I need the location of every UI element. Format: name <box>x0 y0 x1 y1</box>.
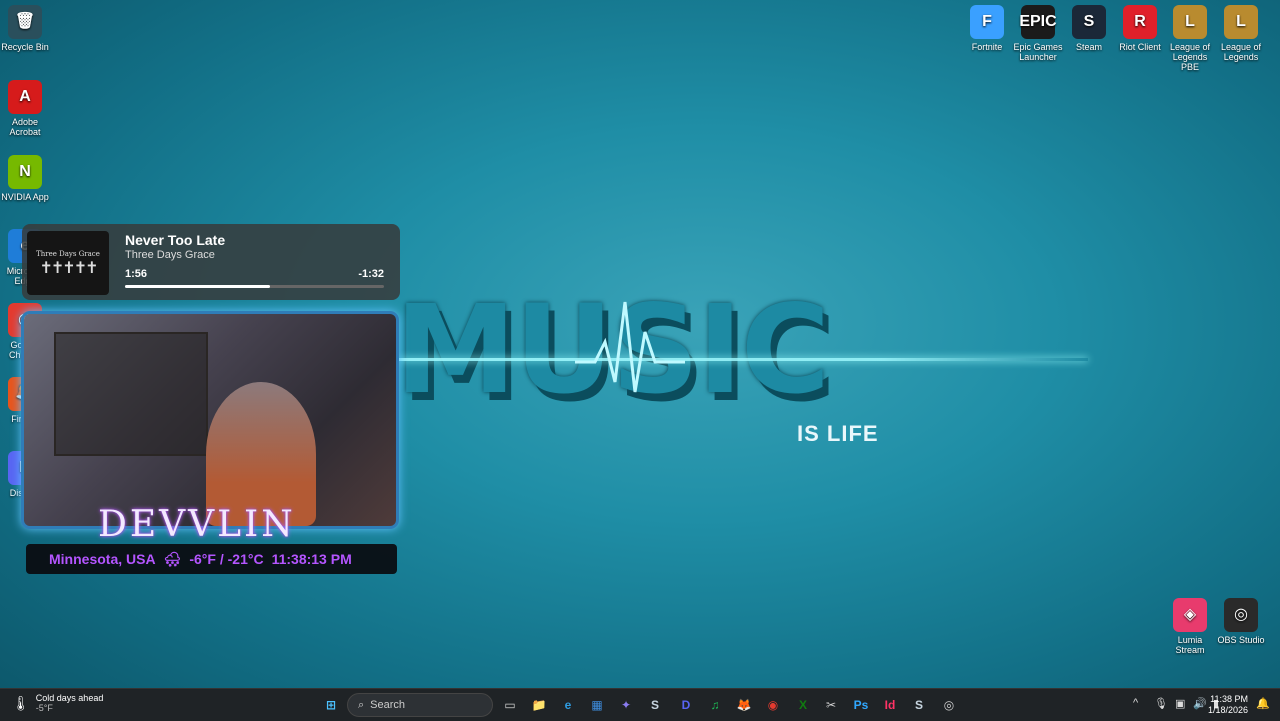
desktop-icon-label: Fortnite <box>971 42 1003 52</box>
adobe-acrobat-icon: A <box>8 80 42 114</box>
volume-icon[interactable]: 🔊 <box>1193 697 1207 710</box>
desktop-icon-label: Recycle Bin <box>1 42 49 52</box>
nvidia-app-icon: N <box>8 155 42 189</box>
chrome-icon[interactable]: ◉ <box>762 694 784 716</box>
fortnite-icon: F <box>970 5 1004 39</box>
tray-chevron-icon[interactable]: ^ <box>1133 697 1138 709</box>
desktop-icon-steam[interactable]: S Steam <box>1064 5 1114 52</box>
album-art: Three Days Grace ✝✝✝✝✝ <box>27 231 109 295</box>
search-placeholder: Search <box>370 699 406 711</box>
desktop-icon-adobe-acrobat[interactable]: A Adobe Acrobat <box>0 80 50 137</box>
desktop-icon-label: NVIDIA App <box>1 192 49 202</box>
desktop-icon-fortnite[interactable]: F Fortnite <box>962 5 1012 52</box>
steam-icon: S <box>1072 5 1106 39</box>
desktop-icon-riot-client[interactable]: R Riot Client <box>1115 5 1165 52</box>
wallpaper-subtitle: IS LIFE <box>797 421 879 446</box>
remaining-time: -1:32 <box>358 268 384 280</box>
network-icon[interactable]: ▣ <box>1175 697 1185 710</box>
copilot-icon[interactable]: ✦ <box>615 694 637 716</box>
start-icon[interactable]: ⊞ <box>320 694 342 716</box>
search-icon: ⌕ <box>358 698 365 711</box>
firefox-icon[interactable]: 🦊 <box>733 694 755 716</box>
info-bar: Minnesota, USA 🌨 -6°F / -21°C 11:38:13 P… <box>26 544 397 574</box>
weather-thermometer-icon: 🌡 <box>12 695 30 711</box>
streamer-name: DEVVLIN <box>98 504 296 545</box>
obs-icon[interactable]: ◎ <box>938 694 960 716</box>
desktop-icon-nvidia-app[interactable]: N NVIDIA App <box>0 155 50 202</box>
taskbar-weather[interactable]: 🌡 Cold days ahead -5°F <box>12 693 103 713</box>
desktop-icon-label: League of Legends <box>1220 42 1262 62</box>
location-text: Minnesota, USA <box>49 551 156 567</box>
desktop-icon-label: Epic Games Launcher <box>1013 42 1063 62</box>
media-flyout[interactable]: Three Days Grace ✝✝✝✝✝ Never Too Late Th… <box>22 224 400 300</box>
desktop-icon-league-of-legends[interactable]: L League of Legends <box>1216 5 1266 62</box>
task-view-icon[interactable]: ▭ <box>499 694 521 716</box>
snipping-icon[interactable]: ✂ <box>820 694 842 716</box>
desktop-icon-epic-games-launcher[interactable]: EPIC Epic Games Launcher <box>1013 5 1063 62</box>
mic-icon[interactable]: 🎙 <box>1154 697 1168 710</box>
desktop-icon-label: OBS Studio <box>1217 635 1265 645</box>
song-artist: Three Days Grace <box>125 249 215 261</box>
webcam-overlay <box>24 314 396 526</box>
taskbar-search[interactable]: ⌕ Search <box>347 693 493 717</box>
taskbar: 🌡 Cold days ahead -5°F ⊞ ▭ 📁 e ▦ ✦ S D ♫ 🦊 ◉ X ✂ Ps Id… <box>0 688 1280 721</box>
album-art-text: Three Days Grace <box>36 249 100 258</box>
clock-date: 1/18/2026 <box>1207 705 1248 715</box>
desktop-icon-label: League of Legends PBE <box>1169 42 1211 72</box>
album-art-figures-icon: ✝✝✝✝✝ <box>39 257 98 277</box>
photoshop-icon[interactable]: Ps <box>850 694 872 716</box>
song-title: Never Too Late <box>125 232 226 248</box>
lumia-stream-icon: ◈ <box>1173 598 1207 632</box>
progress-fill <box>125 285 271 288</box>
riot-client-icon: R <box>1123 5 1157 39</box>
desktop-icon-label: Lumia Stream <box>1175 635 1205 655</box>
desktop: MUSIC IS LIFE 🗑 Recycle Bin A Adobe Acrobat… <box>0 0 1280 688</box>
weather-temp: -5°F <box>35 703 53 713</box>
elapsed-time: 1:56 <box>125 268 148 280</box>
wallpaper-line <box>398 358 1088 361</box>
league-of-legends-pbe-icon: L <box>1173 5 1207 39</box>
spotify-icon[interactable]: ♫ <box>704 694 726 716</box>
weather-title: Cold days ahead <box>35 693 104 703</box>
webcam-shelf <box>54 332 208 456</box>
notification-bell-icon[interactable]: 🔔 <box>1256 697 1270 710</box>
league-of-legends-icon: L <box>1224 5 1258 39</box>
clock-time: 11:38 PM <box>1210 694 1248 704</box>
edge-icon[interactable]: e <box>557 694 579 716</box>
epic-games-launcher-icon: EPIC <box>1019 5 1057 39</box>
progress-track[interactable] <box>125 285 384 288</box>
desktop-icon-label: Riot Client <box>1119 42 1161 52</box>
wallpaper-pulse <box>575 301 685 393</box>
desktop-icon-obs-studio[interactable]: ◎ OBS Studio <box>1216 598 1266 645</box>
desktop-icon-label: Adobe Acrobat <box>9 117 41 137</box>
desktop-icon-lumia-stream[interactable]: ◈ Lumia Stream <box>1165 598 1215 655</box>
discord-icon[interactable]: D <box>675 694 697 716</box>
recycle-bin-icon: 🗑 <box>8 5 42 39</box>
store-icon[interactable]: ▦ <box>586 694 608 716</box>
steam-icon[interactable]: S <box>644 694 666 716</box>
desktop-icon-label: Steam <box>1075 42 1102 52</box>
overlay-time: 11:38:13 PM <box>271 551 352 567</box>
desktop-icon-league-of-legends-pbe[interactable]: L League of Legends PBE <box>1165 5 1215 72</box>
file-explorer-icon[interactable]: 📁 <box>528 694 550 716</box>
obs-studio-icon: ◎ <box>1224 598 1258 632</box>
taskbar-clock[interactable]: 11:38 PM 1/18/2026 <box>1208 694 1248 716</box>
desktop-icon-recycle-bin[interactable]: 🗑 Recycle Bin <box>0 5 50 52</box>
weather-icon: 🌨 <box>163 551 182 567</box>
indesign-icon[interactable]: Id <box>879 694 901 716</box>
temperature-text: -6°F / -21°C <box>189 551 264 567</box>
xbox-icon[interactable]: X <box>792 694 814 716</box>
steam2-icon[interactable]: S <box>908 694 930 716</box>
